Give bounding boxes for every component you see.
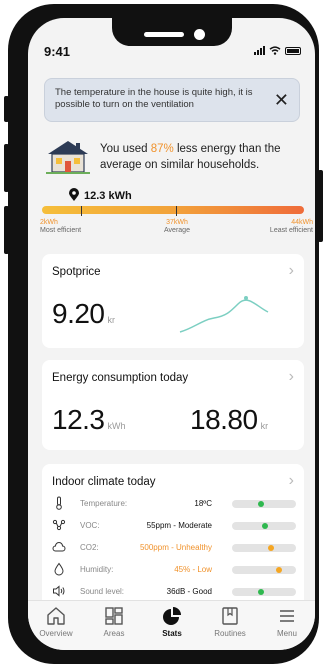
climate-row-temperature: Temperature: 18ºC [52,496,296,512]
climate-label: Humidity: [80,565,114,574]
scale-min-label: 2kWh Most efficient [40,219,81,236]
cost-value-group: 18.80 kr [190,404,268,436]
climate-label: Temperature: [80,499,128,508]
grid-icon [105,607,123,625]
current-usage-tick [81,206,82,216]
tab-routines[interactable]: Routines [202,605,258,638]
notch [112,18,232,46]
usage-percentage: 87% [150,143,174,155]
climate-row-co2: CO2: 500ppm - Unhealthy [52,540,296,556]
climate-label: CO2: [80,543,99,552]
climate-title: Indoor climate today [52,476,156,488]
climate-level-dot [267,545,274,551]
scale-mid-value: 37kWh [166,219,188,226]
status-time: 9:41 [44,44,71,59]
climate-value: 55ppm - Moderate [146,521,212,530]
climate-level-track [232,500,296,508]
climate-row-humidity: Humidity: 45% - Low [52,562,296,578]
speaker-grille [144,32,184,37]
average-tick [176,206,177,216]
tab-label: Menu [276,629,297,638]
scale-max-label: 44kWh Least efficient [270,219,313,236]
close-icon[interactable]: ✕ [274,91,289,109]
scale-min-text: Most efficient [40,227,82,235]
climate-label: Sound level: [80,587,125,596]
energy-value-group: 12.3 kWh [52,404,126,436]
ventilation-notification: The temperature in the house is quite hi… [44,78,300,122]
current-usage-label: 12.3 kWh [84,190,132,202]
app-screen: 9:41 The temperature in the house is qui… [28,18,315,650]
climate-level-dot [258,501,265,507]
chevron-right-icon[interactable]: › [289,472,294,490]
sparkline-peak-dot [244,296,248,300]
speaker-icon [53,585,65,597]
wifi-icon [269,46,281,55]
energy-value: 12.3 [52,404,105,435]
energy-usage-summary: You used 87% less energy than the averag… [100,142,300,173]
tab-menu[interactable]: Menu [259,605,315,638]
house-icon [46,141,90,174]
climate-value: 45% - Low [174,565,212,574]
climate-level-track [232,566,296,574]
tab-overview[interactable]: Overview [28,605,84,638]
climate-level-dot [275,567,282,573]
cost-value: 18.80 [190,404,258,435]
climate-level-track [232,522,296,530]
chevron-right-icon[interactable]: › [289,262,294,280]
consumption-title: Energy consumption today [52,372,189,384]
location-pin-icon [69,188,79,201]
climate-level-track [232,588,296,596]
energy-unit: kWh [107,421,126,431]
spotprice-card[interactable]: Spotprice › 9.20 kr [42,254,304,348]
home-icon [47,607,65,625]
usage-text-prefix: You used [100,143,151,155]
status-icons [254,46,301,55]
notification-message: The temperature in the house is quite hi… [55,87,253,111]
climate-row-sound: Sound level: 36dB - Good [52,584,296,600]
molecule-icon [52,519,66,531]
spotprice-sparkline [179,296,269,333]
spotprice-value: 9.20 [52,298,105,329]
bookmark-icon [222,607,238,625]
cellular-signal-icon [254,46,265,55]
battery-icon [285,46,301,55]
climate-value: 500ppm - Unhealthy [139,543,212,552]
tab-label: Routines [214,629,246,638]
phone-frame: 9:41 The temperature in the house is qui… [8,4,319,664]
tab-label: Areas [103,629,125,638]
energy-consumption-card[interactable]: Energy consumption today › 12.3 kWh 18.80… [42,360,304,450]
climate-value: 18ºC [194,499,212,508]
tab-areas[interactable]: Areas [86,605,142,638]
tab-label: Overview [39,629,73,638]
spotprice-unit: kr [107,315,116,325]
indoor-climate-card[interactable]: Indoor climate today › Temperature: 18ºC… [42,464,304,614]
bottom-tab-bar: Overview Areas Stats Routines Menu [28,600,315,650]
menu-icon [280,610,294,622]
climate-level-dot [258,589,265,595]
front-camera [194,29,205,40]
thermometer-icon [56,496,62,510]
scale-mid-label: 37kWh Average [152,219,202,236]
climate-row-voc: VOC: 55ppm - Moderate [52,518,296,534]
climate-level-dot [262,523,269,529]
scale-min-value: 2kWh [40,219,58,226]
spotprice-title: Spotprice [52,266,101,278]
tab-label: Stats [162,629,182,638]
climate-value: 36dB - Good [166,587,212,596]
droplet-icon [54,562,64,576]
scale-max-text: Least efficient [269,227,313,235]
cost-unit: kr [260,421,269,431]
scale-mid-text: Average [164,227,190,235]
scale-max-value: 44kWh [291,219,313,226]
climate-label: VOC: [80,521,100,530]
cloud-icon [52,542,66,552]
pie-chart-icon [163,607,181,625]
chevron-right-icon[interactable]: › [289,368,294,386]
spotprice-value-group: 9.20 kr [52,298,115,330]
tab-stats[interactable]: Stats [144,605,200,638]
climate-level-track [232,544,296,552]
